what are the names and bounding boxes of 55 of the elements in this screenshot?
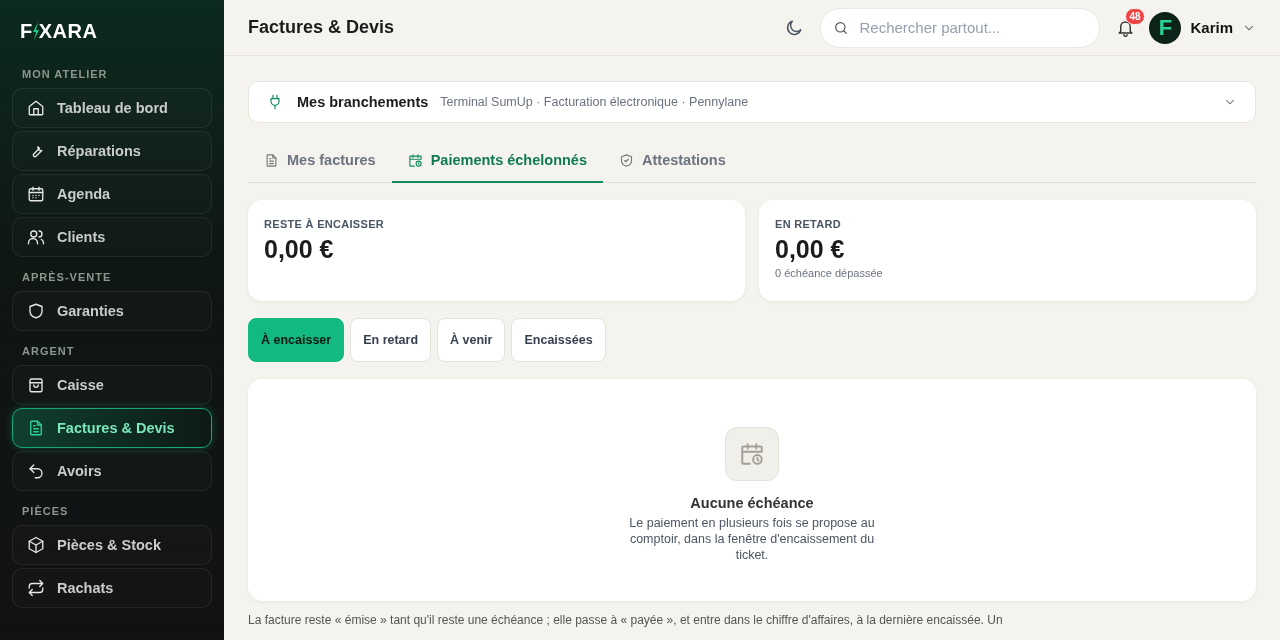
nav-item[interactable]: Pièces & Stock [12,525,212,565]
plug-icon [267,94,283,110]
shield-check-icon [619,152,634,168]
page-title: Factures & Devis [248,17,396,38]
nav-item[interactable]: Avoirs [12,451,212,491]
document-icon [264,152,279,168]
nav-item[interactable]: Réparations [12,131,212,171]
connections-panel[interactable]: Mes branchements Terminal SumUp · Facturation électronique · Pennylane [248,81,1256,123]
stat-note: 0 échéance dépassée [775,267,883,279]
tab[interactable]: Attestations [603,139,742,183]
nav-item[interactable]: Garanties [12,291,212,331]
nav-item[interactable]: Caisse [12,365,212,405]
connections-summary: Terminal SumUp · Facturation électronique · Pennylane [440,95,750,109]
nav-item[interactable]: Agenda [12,174,212,214]
tab[interactable]: Paiements échelonnés [391,139,603,183]
nav-item[interactable]: Rachats [12,568,212,608]
calendar-icon [27,185,45,203]
document-icon [27,419,45,437]
swap-arrows-icon [27,579,45,597]
empty-state-title: Aucune échéance [690,495,814,511]
tab[interactable]: Mes factures [248,139,392,183]
undo-arrow-icon [27,462,45,480]
user-avatar: F [1149,11,1182,44]
notification-count: 48 [1125,8,1145,25]
home-icon [27,99,45,117]
section-heading: MON ATELIER [22,68,109,80]
calendar-clock-icon [407,152,423,168]
logo-text: XARA [38,19,98,43]
shield-icon [27,302,45,320]
search-icon [833,19,850,36]
lightning-bolt-icon [31,22,40,40]
filter-button[interactable]: À venir [437,318,506,362]
section-heading: PIÈCES [22,505,70,517]
section-heading: APRÈS-VENTE [22,271,113,283]
stat-value: 0,00 € [775,235,845,264]
nav-item[interactable]: Factures & Devis [12,408,212,448]
stat-value: 0,00 € [264,235,334,264]
nav-item[interactable]: Clients [12,217,212,257]
filter-button[interactable]: Encaissées [511,318,606,362]
users-icon [27,228,45,246]
empty-state-text: Le paiement en plusieurs fois se propose au comptoir, dans la fenêtre d'encaissement du ticket. [628,515,876,563]
box-icon [27,536,45,554]
shopping-bag-icon [27,376,45,394]
filter-button[interactable]: En retard [350,318,432,362]
filter-button[interactable]: À encaisser [248,318,345,362]
section-heading: ARGENT [22,345,76,357]
user-menu[interactable]: F Karim [1149,11,1256,44]
stat-label: RESTE À ENCAISSER [264,218,384,230]
search-field[interactable]: Rechercher partout... [820,7,1101,48]
nav-item[interactable]: Tableau de bord [12,88,212,128]
stat-label: EN RETARD [775,218,842,230]
connections-title: Mes branchements [297,94,429,110]
calendar-clock-icon [725,427,779,481]
footnote-text: La facture reste « émise » tant qu'il reste une échéance ; elle passe à « payée », et entre dans le chiffre d'affaires, à la dernière encaissée. Un [248,613,1004,627]
logo-text: F [20,19,33,43]
